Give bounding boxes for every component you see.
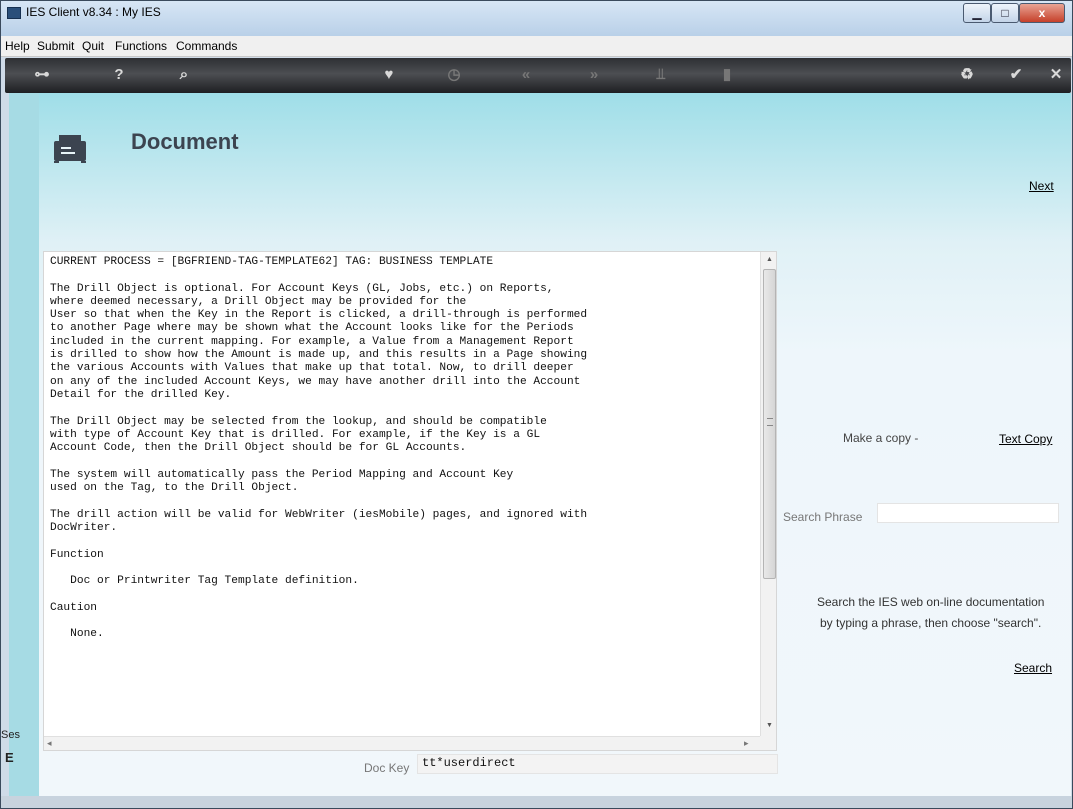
left-strip [9,93,39,796]
text-copy-link[interactable]: Text Copy [999,432,1052,446]
close-icon[interactable]: ✕ [1045,65,1067,85]
scroll-left-arrow[interactable]: ◂ [47,738,52,749]
document-icon [54,135,86,163]
session-label: Ses [1,729,20,741]
copy-label: Make a copy - [843,431,919,445]
tools-icon[interactable]: ⫫ [650,65,672,85]
doc-key-label: Doc Key [364,761,410,775]
document-text: CURRENT PROCESS = [BGFRIEND-TAG-TEMPLATE… [50,256,588,641]
menu-submit[interactable]: Submit [37,39,74,53]
document-text-area[interactable]: CURRENT PROCESS = [BGFRIEND-TAG-TEMPLATE… [43,251,777,751]
scroll-thumb[interactable] [763,269,776,579]
search-link[interactable]: Search [1014,661,1052,675]
panel-icon[interactable]: ▮ [716,65,738,85]
menu-commands[interactable]: Commands [176,39,237,53]
menu-functions[interactable]: Functions [115,39,167,53]
status-bar [1,796,1072,808]
search-help-text-1: Search the IES web on-line documentation [817,595,1045,609]
session-icon: E [5,750,14,765]
content-area: Ses E Document Next CURRENT PROCESS = [B… [1,93,1071,796]
search-phrase-input[interactable] [877,503,1059,523]
app-icon [7,7,21,19]
search-phrase-label: Search Phrase [783,510,863,524]
window-title: IES Client v8.34 : My IES [26,5,161,19]
close-window-button[interactable]: x [1019,3,1065,23]
maximize-button[interactable]: □ [991,3,1019,23]
page-body: Document Next CURRENT PROCESS = [BGFRIEN… [39,93,1071,796]
next-link[interactable]: Next [1029,179,1054,193]
menu-help[interactable]: Help [5,39,30,53]
check-icon[interactable]: ✔ [1005,65,1027,85]
toolbar: ⊶ ? ⌕ ♥ ◷ « » ⫫ ▮ ♻ ✔ ✕ [5,58,1071,93]
doc-key-field[interactable]: tt*userdirect [417,754,778,774]
app-window: IES Client v8.34 : My IES ▁ □ x Help Sub… [0,0,1073,809]
scroll-up-arrow[interactable]: ▲ [761,252,776,268]
menu-quit[interactable]: Quit [82,39,104,53]
menu-bar: Help Submit Quit Functions Commands [1,36,1072,57]
vertical-scrollbar[interactable]: ▲ ▼ [760,252,776,736]
scrollbar-corner [760,736,776,750]
page-title: Document [131,129,239,154]
search-icon[interactable]: ⌕ [173,65,195,85]
scroll-right-arrow[interactable]: ▸ [744,738,749,749]
scroll-down-arrow[interactable]: ▼ [761,718,776,734]
key-icon[interactable]: ⊶ [31,65,53,85]
horizontal-scrollbar[interactable]: ◂ ▸ [44,736,760,750]
help-icon[interactable]: ? [108,65,130,85]
clock-icon[interactable]: ◷ [443,65,465,85]
scroll-grip-icon [767,418,773,426]
search-help-text-2: by typing a phrase, then choose "search"… [820,616,1042,630]
back-icon[interactable]: « [515,65,537,85]
minimize-button[interactable]: ▁ [963,3,991,23]
heart-icon[interactable]: ♥ [378,65,400,85]
recycle-icon[interactable]: ♻ [956,65,978,85]
title-bar: IES Client v8.34 : My IES ▁ □ x [1,1,1072,36]
forward-icon[interactable]: » [583,65,605,85]
